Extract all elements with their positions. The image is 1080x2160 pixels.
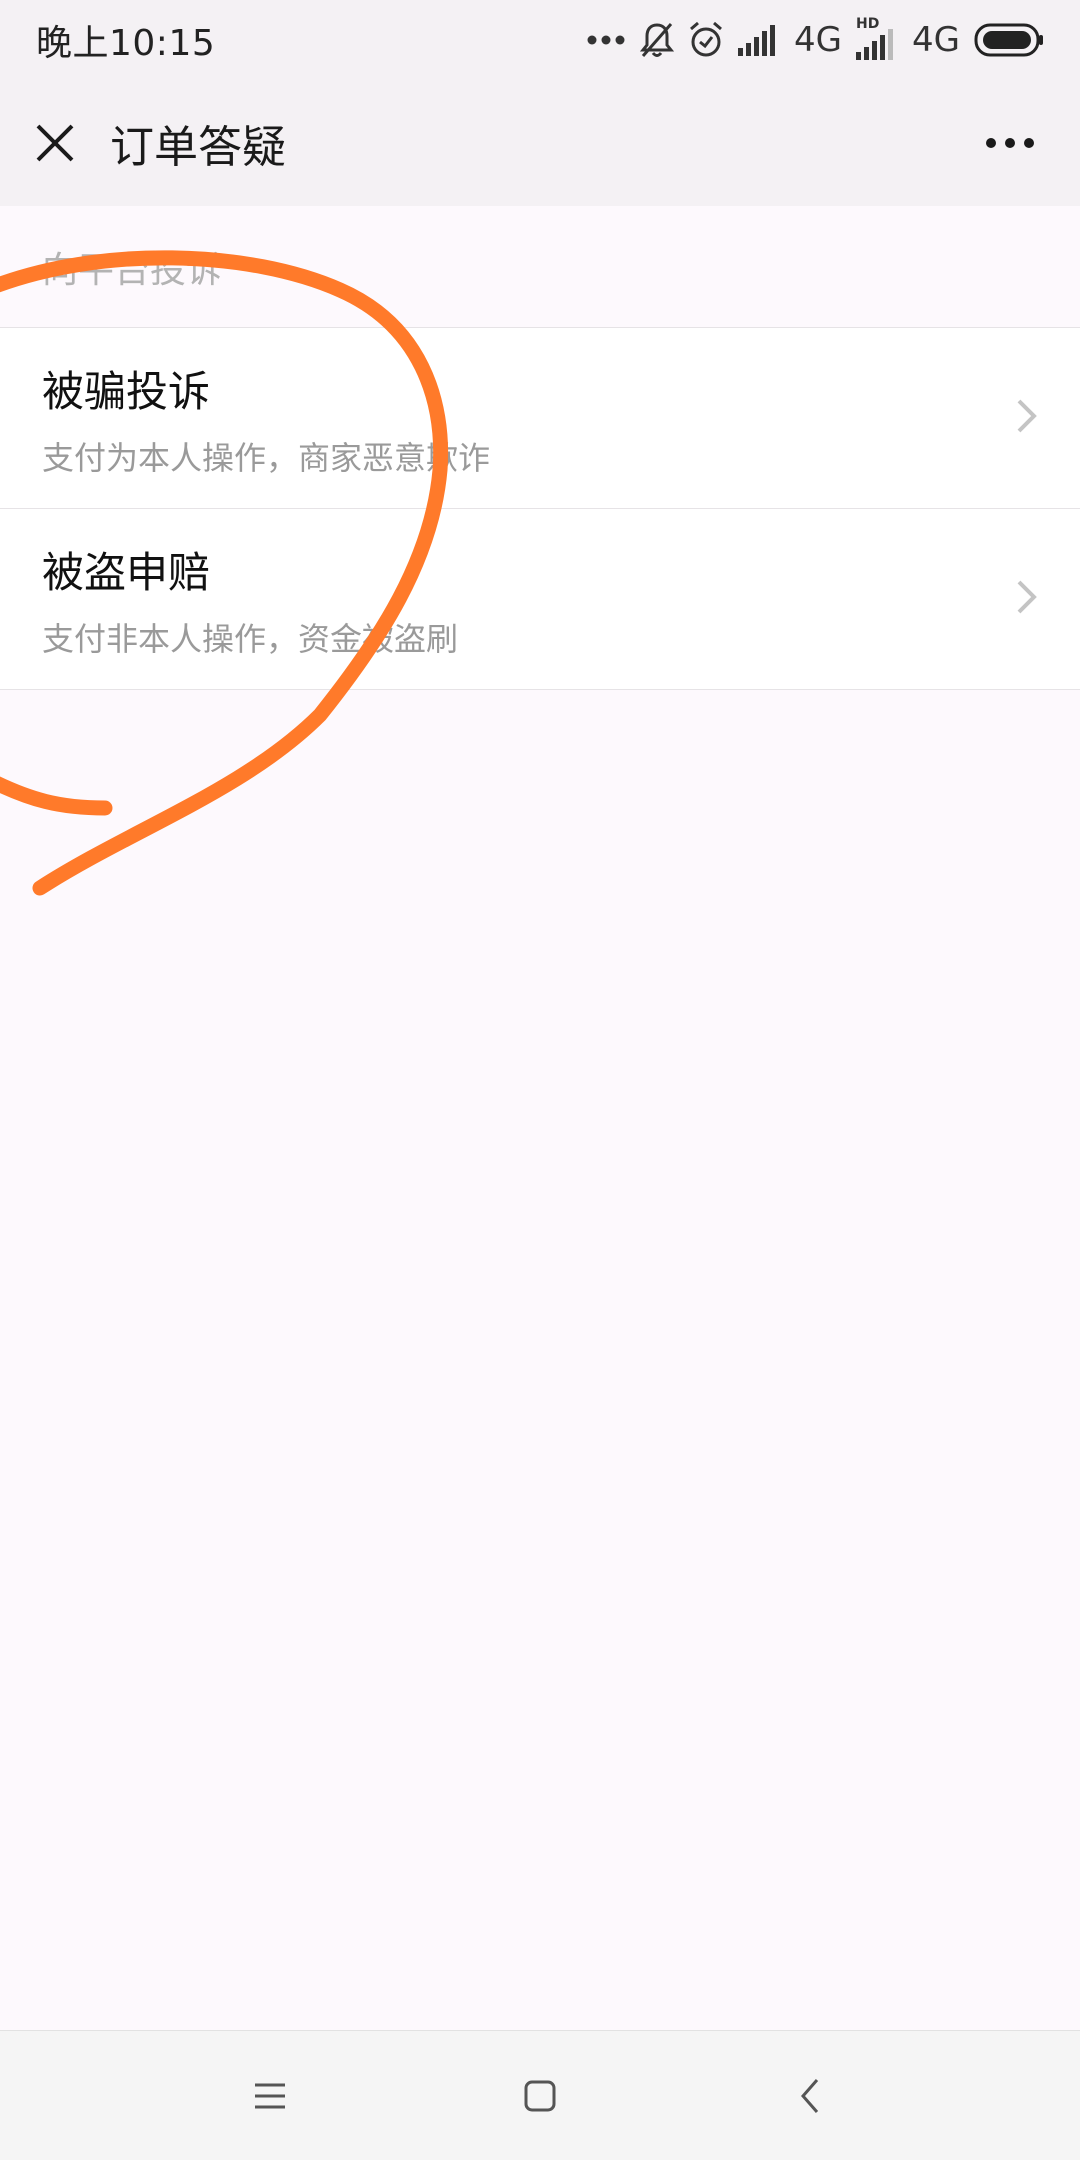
status-bar: 晚上10:15 4G HD 4G <box>0 0 1080 80</box>
list-item-fraud-complaint[interactable]: 被骗投诉 支付为本人操作，商家恶意欺诈 <box>0 328 1080 509</box>
notification-muted-icon <box>640 21 675 59</box>
app-header: 订单答疑 <box>0 80 1080 206</box>
list-item-title: 被骗投诉 <box>42 366 211 416</box>
list-item-description: 支付非本人操作，资金被盗刷 <box>42 619 459 658</box>
alarm-icon <box>688 21 724 59</box>
list-item-title: 被盗申赔 <box>42 547 211 597</box>
home-icon <box>523 2079 557 2113</box>
close-button[interactable] <box>0 80 110 206</box>
menu-icon <box>253 2081 287 2111</box>
more-dots-icon <box>586 34 626 46</box>
page-title: 订单答疑 <box>110 122 286 173</box>
battery-icon <box>974 23 1044 57</box>
more-options-button[interactable] <box>940 80 1080 206</box>
status-icons: 4G HD 4G <box>586 16 1044 60</box>
back-icon <box>799 2077 821 2115</box>
chevron-right-icon <box>1014 396 1040 440</box>
system-nav-bar <box>0 2030 1080 2160</box>
list-item-text: 被骗投诉 支付为本人操作，商家恶意欺诈 <box>42 358 490 479</box>
more-dots-icon <box>985 137 1035 149</box>
hd-signal-icon: HD <box>856 16 898 60</box>
signal-icon <box>738 24 780 56</box>
network-type-2: 4G <box>912 20 960 60</box>
hd-label: HD <box>856 16 880 32</box>
list-item-theft-claim[interactable]: 被盗申赔 支付非本人操作，资金被盗刷 <box>0 509 1080 690</box>
chevron-right-icon <box>1014 577 1040 621</box>
section-title: 向平台投诉 <box>0 206 1080 328</box>
list-item-description: 支付为本人操作，商家恶意欺诈 <box>42 438 491 477</box>
back-button[interactable] <box>770 2056 850 2136</box>
content: 向平台投诉 被骗投诉 支付为本人操作，商家恶意欺诈 被盗申赔 支付非本人操作，资… <box>0 206 1080 2031</box>
home-button[interactable] <box>500 2056 580 2136</box>
network-type-1: 4G <box>794 20 843 60</box>
status-time: 晚上10:15 <box>36 23 216 64</box>
list-item-text: 被盗申赔 支付非本人操作，资金被盗刷 <box>42 539 458 660</box>
menu-button[interactable] <box>230 2056 310 2136</box>
close-icon <box>35 123 75 163</box>
